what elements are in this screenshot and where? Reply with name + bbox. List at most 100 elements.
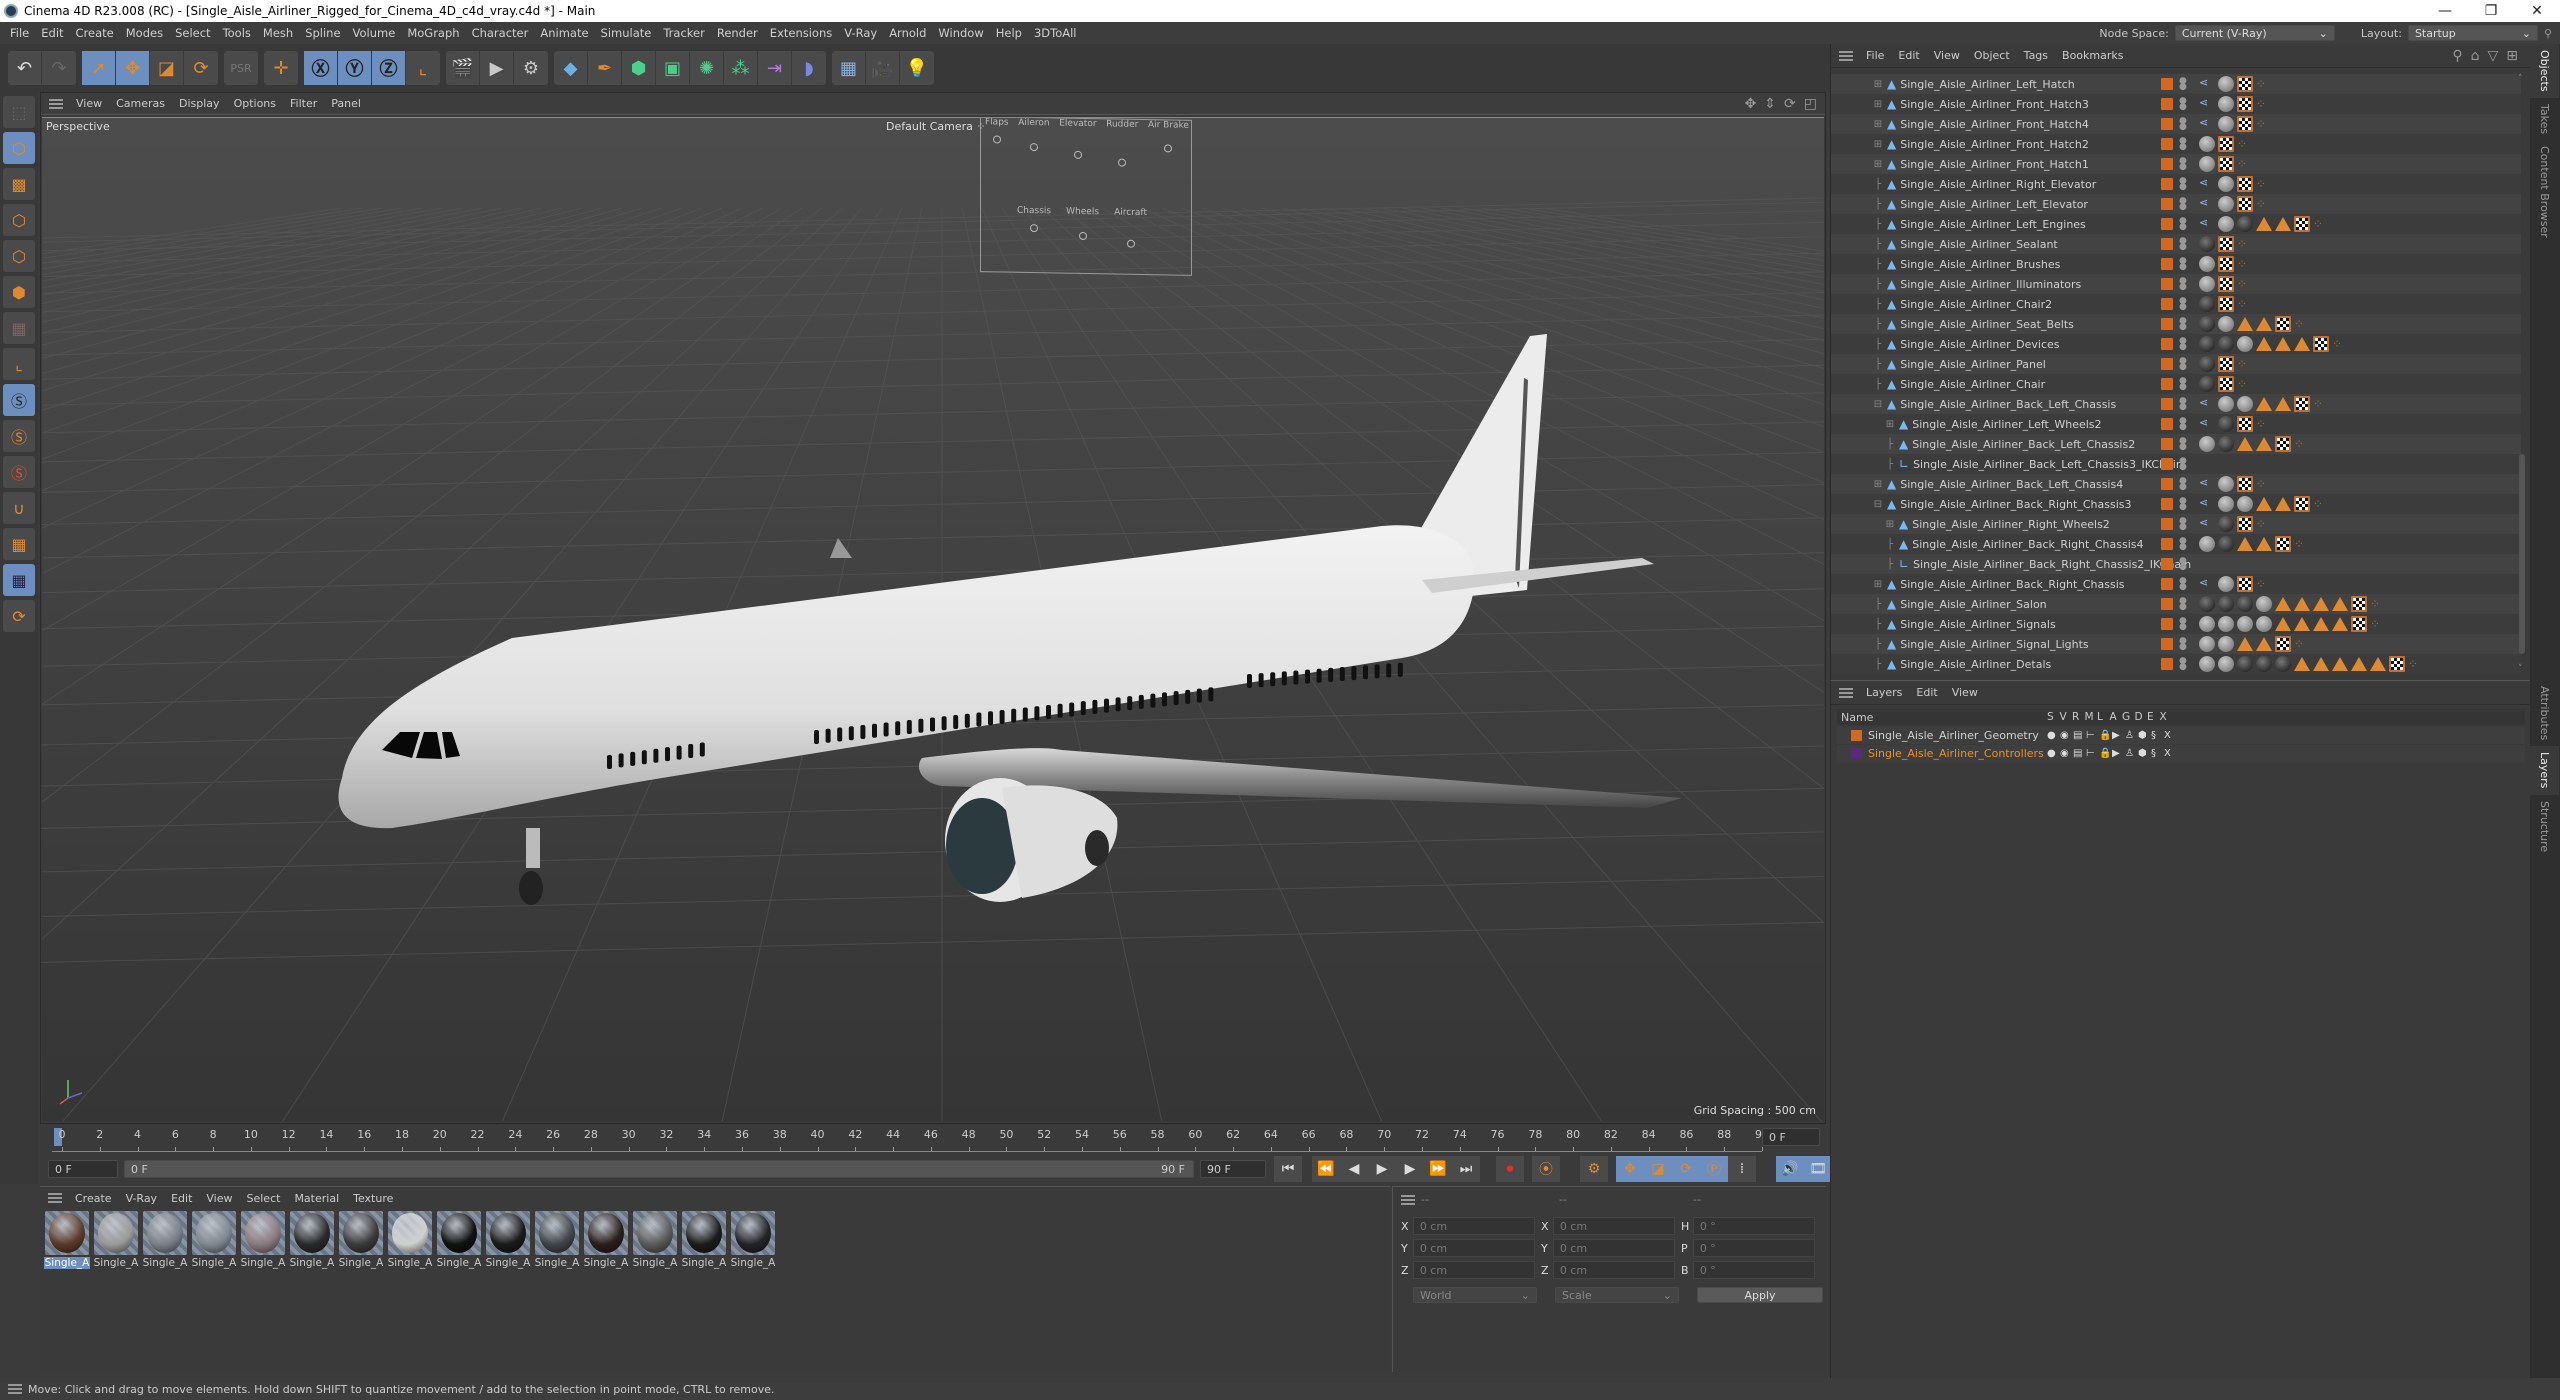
material-name[interactable]: Single_A [93,1257,139,1269]
visibility-dots-icon[interactable]: ● ● [2179,557,2187,572]
vray-tag-icon[interactable] [2332,657,2348,671]
object-menu-view[interactable]: View [1927,49,1967,62]
vray-tag-icon[interactable] [2313,597,2329,611]
expand-icon[interactable]: ⊞ [1869,119,1887,130]
menu-tools[interactable]: Tools [217,26,257,40]
material-menu-create[interactable]: Create [68,1192,119,1205]
close-button[interactable]: ✕ [2514,3,2560,19]
size-z-field[interactable]: 0 cm [1552,1261,1675,1279]
object-row[interactable]: ⊟ ▲ Single_Aisle_Airliner_Back_Right_Chass… [1831,494,2521,514]
visible-icon[interactable]: ◉ [2060,730,2070,741]
render-settings-icon[interactable]: ⚙ [514,51,548,85]
layer-color-swatch[interactable] [2161,658,2173,670]
cloner-icon[interactable]: ⁂ [724,51,758,85]
material-name[interactable]: Single_A [338,1257,384,1269]
texture-tag-icon[interactable] [2237,516,2253,532]
lock-icon[interactable]: 🔒 [2099,730,2111,741]
controller-slider-knob[interactable] [1029,143,1038,152]
hamburger-menu-icon[interactable] [1839,687,1853,698]
pose-morph-tag-icon[interactable]: ⁘ [2237,137,2249,151]
deformer-icon[interactable]: ⇥ [758,51,792,85]
expand-icon[interactable]: ⊞ [1869,579,1887,590]
visibility-dots-icon[interactable]: ● ● [2179,77,2187,92]
material-tag-icon[interactable] [2218,396,2234,412]
pose-morph-tag-icon[interactable]: ⁘ [2237,277,2249,291]
material-tag-icon[interactable] [2218,476,2234,492]
next-frame-icon[interactable]: ▶ [1396,1156,1424,1182]
hamburger-menu-icon[interactable] [48,1193,62,1203]
object-name[interactable]: Single_Aisle_Airliner_Seat_Belts [1900,318,2074,331]
controller-rudder[interactable]: Rudder [1106,119,1138,167]
vray-tag-icon[interactable] [2237,437,2253,451]
object-name[interactable]: Single_Aisle_Airliner_Right_Wheels2 [1912,518,2110,531]
layer-color-swatch[interactable] [2161,198,2173,210]
object-row[interactable]: ├ ▲ Single_Aisle_Airliner_Panel ● ● ⁘ [1831,354,2521,374]
material-swatch[interactable]: Single_A [730,1211,776,1269]
expand-icon[interactable]: ⊞ [1869,139,1887,150]
frame-ruler[interactable]: 0 2 4 6 8 10 12 14 16 18 20 22 24 26 28 30 32 34 36 38 40 42 4… [52,1124,1769,1152]
layer-color-swatch[interactable] [1851,730,1862,741]
material-tag-icon[interactable] [2218,436,2234,452]
material-menu-edit[interactable]: Edit [164,1192,199,1205]
light-icon[interactable]: 💡 [900,51,934,85]
object-row[interactable]: ⊞ ▲ Single_Aisle_Airliner_Back_Left_Chassi… [1831,474,2521,494]
visibility-dots-icon[interactable]: ● ● [2179,477,2187,492]
vray-tag-icon[interactable] [2275,597,2291,611]
object-name[interactable]: Single_Aisle_Airliner_Sealant [1900,238,2058,251]
object-name[interactable]: Single_Aisle_Airliner_Signal_Lights [1900,638,2088,651]
object-row[interactable]: ⊞ ▲ Single_Aisle_Airliner_Front_Hatch2 ● ● ⁘ [1831,134,2521,154]
material-tag-icon[interactable] [2237,396,2253,412]
menu-spline[interactable]: Spline [299,26,346,40]
material-name[interactable]: Single_A [142,1257,188,1269]
material-tag-icon[interactable] [2199,296,2215,312]
layer-color-swatch[interactable] [2161,478,2173,490]
texture-tag-icon[interactable] [2237,176,2253,192]
size-mode-dropdown[interactable]: Scale ⌄ [1555,1287,1679,1303]
visibility-dots-icon[interactable]: ● ● [2179,157,2187,172]
select-arrow-icon[interactable]: ➚ [82,51,116,85]
object-name[interactable]: Single_Aisle_Airliner_Front_Hatch2 [1900,138,2089,151]
object-row[interactable]: ├ ▲ Single_Aisle_Airliner_Chair2 ● ● ⁘ [1831,294,2521,314]
restore-button[interactable]: ❐ [2468,3,2514,19]
layer-color-swatch[interactable] [2161,398,2173,410]
texture-tag-icon[interactable] [2294,396,2310,412]
material-tag-icon[interactable] [2199,656,2215,672]
pose-morph-tag-icon[interactable]: ⁘ [2294,537,2306,551]
manager-icon[interactable]: ⊢ [2086,748,2096,759]
object-name[interactable]: Single_Aisle_Airliner_Left_Elevator [1900,198,2088,211]
minimize-button[interactable]: — [2422,3,2468,19]
sound-icon[interactable]: 🔊 [1776,1156,1804,1182]
material-tag-icon[interactable] [2237,596,2253,612]
generator-icon[interactable]: ♙ [2125,748,2135,759]
texture-tag-icon[interactable] [2275,636,2291,652]
render-icon[interactable]: ▤ [2073,730,2083,741]
layer-color-swatch[interactable] [2161,458,2173,470]
controller-slider-knob[interactable] [992,135,1001,144]
position-x-field[interactable]: 0 cm [1412,1217,1535,1235]
texture-tag-icon[interactable] [2218,256,2234,272]
viewport-menu-cameras[interactable]: Cameras [109,97,172,110]
object-name[interactable]: Single_Aisle_Airliner_Devices [1900,338,2059,351]
material-tag-icon[interactable] [2256,596,2272,612]
object-row[interactable]: ├ ▲ Single_Aisle_Airliner_Left_Engines ● ● ⋖ ⁘ [1831,214,2521,234]
side-tab-attributes[interactable]: Attributes [2530,680,2559,746]
texture-tag-icon[interactable] [2237,196,2253,212]
menu-simulate[interactable]: Simulate [595,26,658,40]
object-row[interactable]: ⊟ ▲ Single_Aisle_Airliner_Back_Left_Chassi… [1831,394,2521,414]
layer-color-swatch[interactable] [2161,618,2173,630]
object-name[interactable]: Single_Aisle_Airliner_Salon [1900,598,2046,611]
material-tag-icon[interactable] [2218,596,2234,612]
controller-slider-knob[interactable] [1078,231,1087,241]
expand-icon[interactable]: ⊞ [1881,419,1899,430]
vray-tag-icon[interactable] [2237,637,2253,651]
layer-color-swatch[interactable] [2161,518,2173,530]
object-row[interactable]: ├ ▲ Single_Aisle_Airliner_Signal_Lights ● ● ⁘ [1831,634,2521,654]
vray-tag-icon[interactable] [2370,657,2386,671]
object-row[interactable]: ├ ▲ Single_Aisle_Airliner_Back_Left_Chassi… [1831,434,2521,454]
controller-slider-knob[interactable] [1126,239,1135,248]
visibility-dots-icon[interactable]: ● ● [2179,97,2187,112]
object-list-scrollbar[interactable]: ˄ ˅ [2518,74,2526,674]
3d-scene[interactable]: Flaps Aileron Elevator Rudder Air Brake Chas… [42,117,1824,1121]
layer-menu-layers[interactable]: Layers [1859,686,1909,699]
material-tag-icon[interactable] [2218,516,2234,532]
